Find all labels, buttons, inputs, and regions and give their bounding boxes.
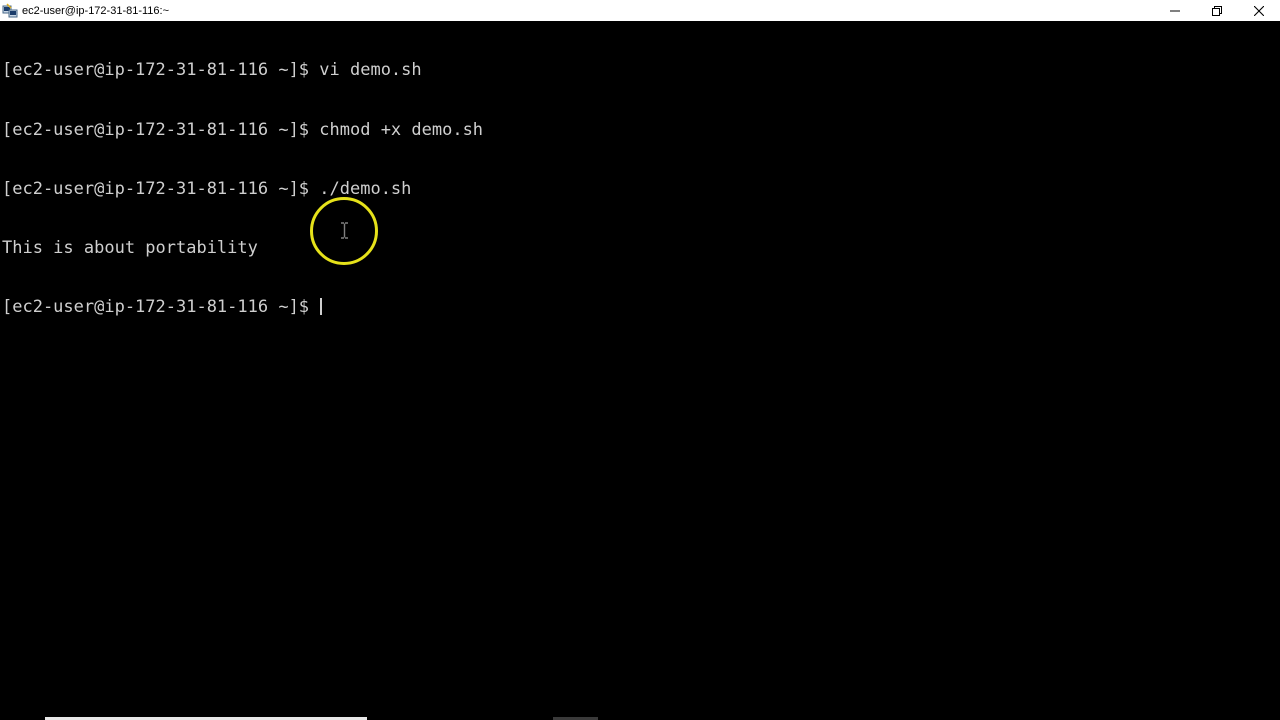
terminal-window: ec2-user@ip-172-31-81-116:~ [ec2-user@ip… [0, 0, 1280, 720]
terminal-line: [ec2-user@ip-172-31-81-116 ~]$ chmod +x … [2, 119, 484, 140]
terminal-line: [ec2-user@ip-172-31-81-116 ~]$ vi demo.s… [2, 60, 422, 81]
minimize-icon [1170, 10, 1180, 11]
window-title: ec2-user@ip-172-31-81-116:~ [22, 4, 170, 17]
text-cursor [320, 297, 323, 315]
terminal-line: [ec2-user@ip-172-31-81-116 ~]$ ./demo.sh [2, 178, 412, 199]
terminal-line: This is about portability [2, 237, 258, 258]
terminal-prompt: [ec2-user@ip-172-31-81-116 ~]$ [2, 296, 320, 317]
terminal-output[interactable]: [ec2-user@ip-172-31-81-116 ~]$ vi demo.s… [0, 21, 1265, 715]
close-icon [1254, 5, 1264, 16]
putty-icon[interactable] [2, 2, 18, 19]
terminal-prompt-line[interactable]: [ec2-user@ip-172-31-81-116 ~]$ [2, 296, 1265, 318]
close-button[interactable] [1238, 0, 1280, 21]
title-bar[interactable]: ec2-user@ip-172-31-81-116:~ [0, 0, 1280, 21]
restore-button[interactable] [1196, 0, 1238, 21]
window-controls [1154, 0, 1280, 21]
vertical-scrollbar[interactable] [1265, 21, 1280, 715]
minimize-button[interactable] [1154, 0, 1196, 21]
restore-icon [1212, 5, 1222, 16]
